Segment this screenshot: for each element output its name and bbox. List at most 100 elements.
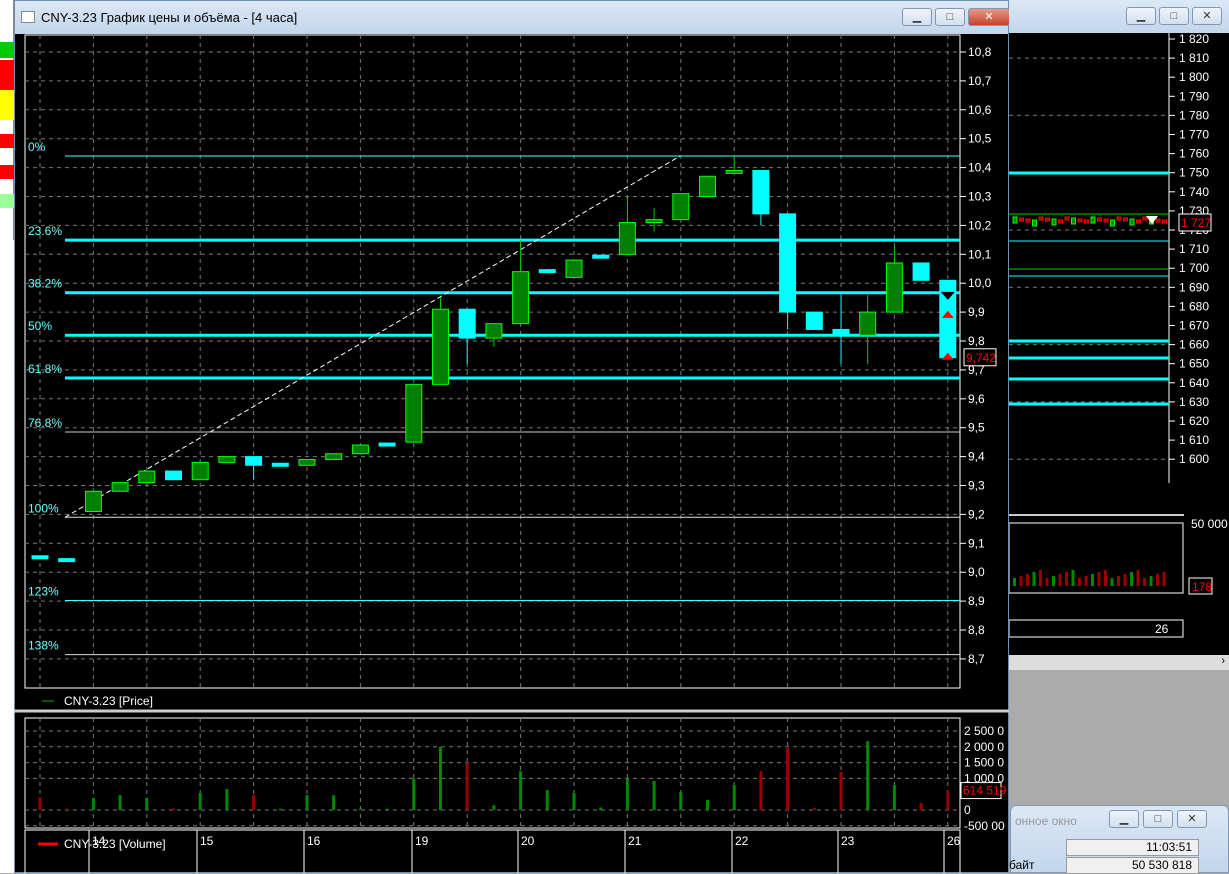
mini-volume-bar <box>1013 578 1016 586</box>
bullish-candle <box>405 383 423 443</box>
mini-candle <box>1103 218 1109 223</box>
volume-bar <box>919 803 923 810</box>
bearish-candle <box>271 462 289 467</box>
volume-bar <box>465 762 469 810</box>
mini-volume-bar <box>1039 570 1042 586</box>
chart-canvas[interactable]: 10,8 10,7 10,6 10,5 10,4 10,3 10,2 10,1 10,0 9,9 9… <box>14 33 1009 873</box>
volume-bar <box>625 779 629 810</box>
bearish-candle <box>538 269 556 274</box>
mini-volume-bar <box>1149 576 1153 586</box>
maximize-button[interactable]: □ <box>1159 7 1189 25</box>
date-label: 19 <box>415 834 429 848</box>
mini-volume-bar <box>1136 570 1140 586</box>
right-date-label: 26 <box>1155 622 1169 636</box>
volume-bar <box>599 807 603 810</box>
fib-level-label: 0% <box>28 140 46 154</box>
volume-bar <box>839 772 843 810</box>
maximize-button[interactable]: □ <box>935 8 965 26</box>
mini-volume-bar <box>1058 574 1062 586</box>
bytes-label: байт <box>1009 858 1035 872</box>
volume-bar <box>679 791 683 810</box>
right-axis-label: 1 630 <box>1179 395 1209 409</box>
right-axis-label: 1 680 <box>1179 299 1209 313</box>
fib-level-label: 138% <box>28 639 59 653</box>
price-axis-label: 9,6 <box>968 392 985 406</box>
volume-bar <box>412 778 416 810</box>
mini-volume-bar <box>1143 578 1146 586</box>
cell <box>0 60 14 90</box>
volume-bar <box>652 780 656 810</box>
date-label: 26 <box>947 834 961 848</box>
cell <box>0 165 14 179</box>
horizontal-scrollbar[interactable]: › <box>1009 655 1229 670</box>
volume-bar <box>812 808 816 810</box>
bearish-candle <box>779 213 797 313</box>
price-axis-label: 9,4 <box>968 450 985 464</box>
right-last-price: 1 727 <box>1181 216 1211 230</box>
last-volume-label: 614 519 <box>963 784 1007 798</box>
cell <box>0 90 14 120</box>
mini-candle <box>1038 216 1044 221</box>
title-bar[interactable]: CNY-3.23 График цены и объёма - [4 часа]… <box>15 1 1010 34</box>
volume-bar <box>946 790 950 810</box>
volume-bar <box>91 797 95 810</box>
cell <box>0 194 14 208</box>
close-button[interactable]: ✕ <box>1192 7 1222 25</box>
mini-volume-bar <box>1123 574 1127 586</box>
mini-candle <box>1136 219 1141 224</box>
bullish-candle <box>485 323 503 339</box>
bullish-candle <box>218 456 236 463</box>
mini-candle <box>1012 216 1018 224</box>
dialog-close-button[interactable]: ✕ <box>1177 810 1207 828</box>
volume-bar <box>38 797 42 810</box>
minimize-button[interactable]: ▁ <box>1126 7 1156 25</box>
volume-bar <box>358 808 362 810</box>
fib-level-label: 38.2% <box>28 277 62 291</box>
price-axis-label: 10,1 <box>968 247 992 261</box>
bearish-candle <box>832 328 850 336</box>
date-label: 20 <box>521 834 535 848</box>
price-legend: CNY-3.23 [Price] <box>64 694 153 708</box>
mini-volume-bar <box>1117 576 1120 586</box>
price-axis-label: 10,0 <box>968 276 992 290</box>
mini-volume-bar <box>1052 576 1055 586</box>
scroll-right-icon[interactable]: › <box>1221 655 1225 667</box>
secondary-chart-canvas[interactable]: 1 820 1 810 1 800 1 790 1 780 1 770 1 760 1 750… <box>1009 33 1229 673</box>
bullish-candle <box>298 458 316 466</box>
mini-candle <box>1025 218 1031 223</box>
date-label: 16 <box>307 834 321 848</box>
right-axis-label: 1 810 <box>1179 51 1209 65</box>
dialog-minimize-button[interactable]: ▁ <box>1109 810 1139 828</box>
mini-candle <box>1129 218 1135 226</box>
bullish-candle <box>111 482 129 492</box>
mini-candle <box>1032 219 1037 227</box>
date-label: 23 <box>841 834 855 848</box>
fib-level-label: 61.8% <box>28 362 62 376</box>
right-axis-label: 1 800 <box>1179 70 1209 84</box>
volume-pane-border <box>24 717 961 829</box>
bearish-candle <box>245 456 263 466</box>
right-axis-label: 1 770 <box>1179 128 1209 142</box>
volume-bar <box>278 808 282 810</box>
right-last-volume: 178 <box>1192 580 1212 594</box>
volume-bar <box>198 792 202 810</box>
volume-bar <box>385 808 389 810</box>
volume-bar <box>732 785 736 810</box>
mini-candle <box>1090 216 1096 224</box>
price-axis-label: 9,8 <box>968 334 985 348</box>
fib-level-label: 76.8% <box>28 416 62 430</box>
mini-candle <box>1064 216 1070 221</box>
minimize-button[interactable]: ▁ <box>902 8 932 26</box>
right-axis-label: 1 710 <box>1179 242 1209 256</box>
dialog-maximize-button[interactable]: □ <box>1143 810 1173 828</box>
mini-candle <box>1019 217 1024 222</box>
price-axis-label: 10,8 <box>968 45 992 59</box>
close-button[interactable]: ✕ <box>968 8 1010 26</box>
date-label: 15 <box>200 834 214 848</box>
mini-candle <box>1077 218 1083 223</box>
secondary-title-bar[interactable]: ▁ □ ✕ <box>1009 0 1229 33</box>
volume-bar <box>252 795 256 810</box>
mini-volume-bar <box>1084 576 1088 586</box>
mini-volume-bar <box>1156 574 1159 586</box>
chart-app-icon <box>21 11 35 23</box>
